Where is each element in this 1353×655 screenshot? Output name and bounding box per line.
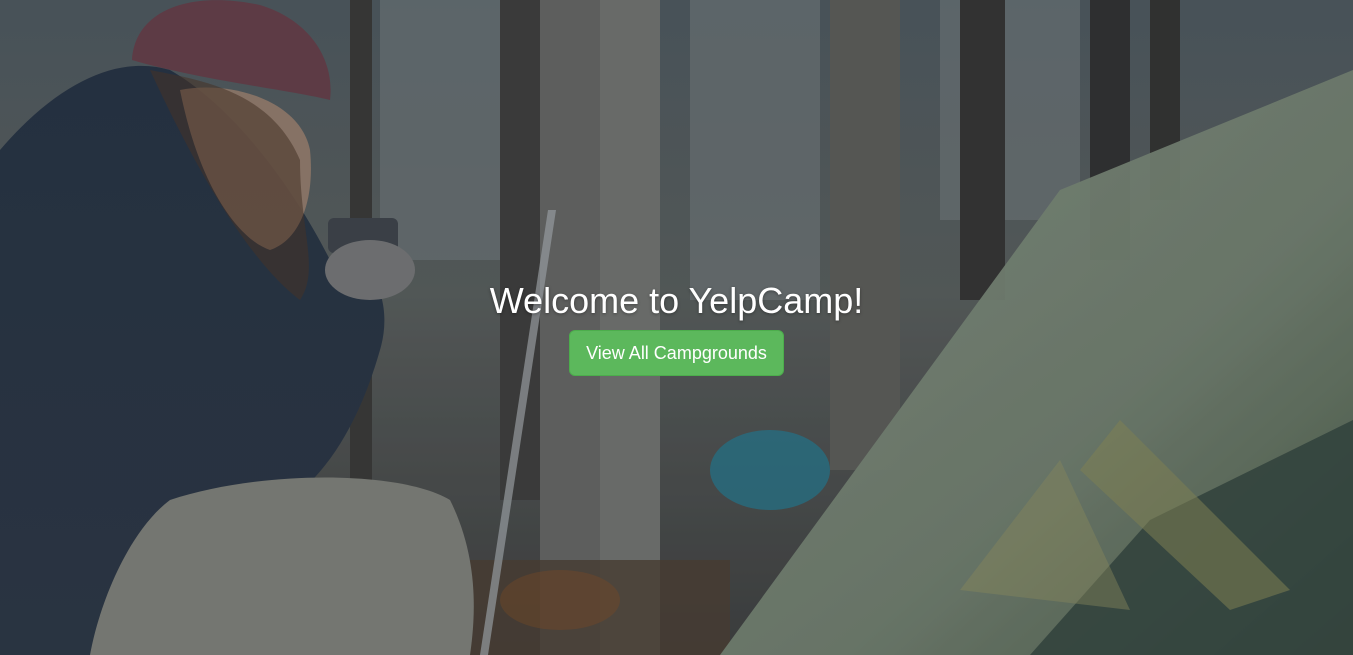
landing-page: Welcome to YelpCamp! View All Campground…	[0, 0, 1353, 655]
view-all-campgrounds-button[interactable]: View All Campgrounds	[569, 330, 784, 376]
page-title: Welcome to YelpCamp!	[489, 280, 864, 321]
hero-section: Welcome to YelpCamp! View All Campground…	[0, 276, 1353, 376]
